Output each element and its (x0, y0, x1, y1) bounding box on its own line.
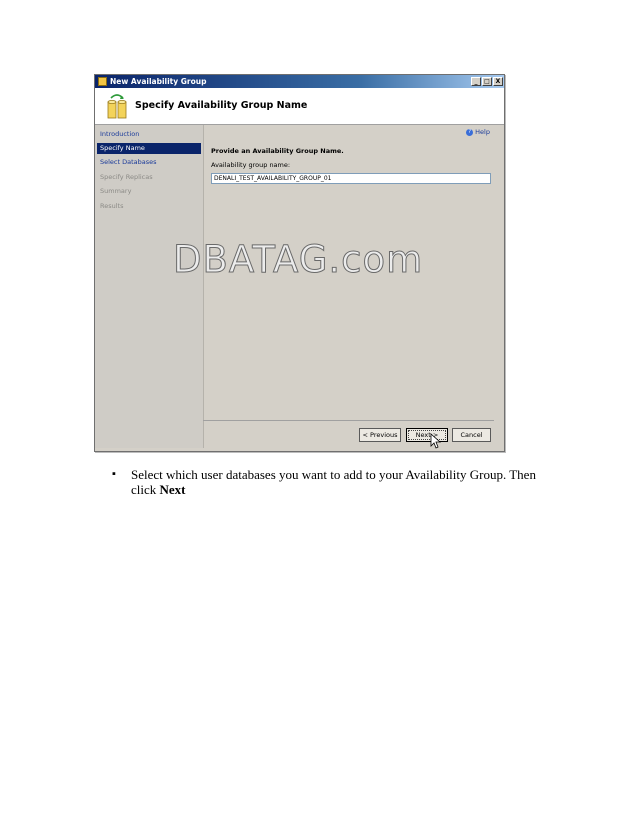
page-title: Specify Availability Group Name (135, 100, 308, 111)
window-title: New Availability Group (110, 77, 207, 86)
previous-button[interactable]: < Previous (359, 428, 401, 442)
sidebar-item-select-databases[interactable]: Select Databases (97, 157, 201, 168)
minimize-button[interactable]: _ (471, 77, 481, 86)
sidebar-item-specify-name[interactable]: Specify Name (97, 143, 201, 154)
help-label: Help (475, 128, 490, 136)
close-button[interactable]: X (493, 77, 503, 86)
instruction-text: Select which user databases you want to … (131, 467, 541, 497)
title-bar[interactable]: New Availability Group _ □ X (95, 75, 504, 88)
instruction-bold-next: Next (159, 482, 186, 497)
sidebar-item-summary: Summary (100, 187, 132, 195)
watermark: DBATAG.com (172, 238, 424, 282)
availability-group-name-label: Availability group name: (211, 161, 291, 169)
instruction-text-main: Select which user databases you want to … (131, 467, 536, 497)
sidebar-item-results: Results (100, 202, 124, 210)
section-heading: Provide an Availability Group Name. (211, 147, 344, 155)
sidebar-item-specify-replicas: Specify Replicas (100, 173, 153, 181)
cancel-button[interactable]: Cancel (452, 428, 491, 442)
maximize-button[interactable]: □ (482, 77, 492, 86)
sidebar-item-introduction[interactable]: Introduction (97, 129, 201, 140)
footer-divider (203, 420, 494, 421)
wizard-header: Specify Availability Group Name (95, 88, 504, 125)
app-icon (98, 77, 107, 86)
bullet-icon: ▪ (112, 468, 116, 480)
help-link[interactable]: ? Help (466, 128, 490, 136)
help-icon: ? (466, 128, 474, 136)
mouse-cursor-icon (430, 433, 442, 449)
wizard-steps-sidebar: Introduction Specify Name Select Databas… (95, 125, 204, 448)
availability-group-name-input[interactable]: DENALI_TEST_AVAILABILITY_GROUP_01 (211, 173, 491, 184)
availability-group-icon (107, 94, 127, 119)
